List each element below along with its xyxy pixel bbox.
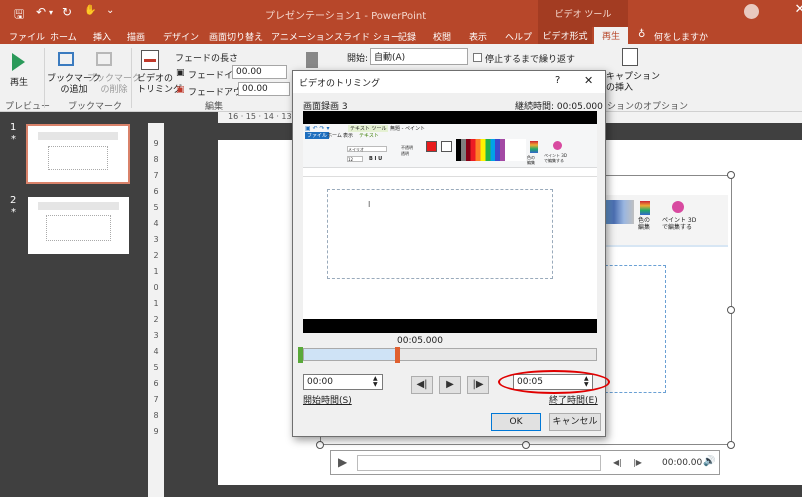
trim-video-dialog: ビデオのトリミング ? ✕ 画面録画 3 継続時間: 00:05.000 ▣ ↶… [292, 70, 610, 437]
player-forward-icon[interactable]: |▶ [633, 458, 642, 467]
tab-help[interactable]: ヘルプ [505, 30, 532, 43]
customize-qat-icon[interactable]: ⌄ [106, 5, 114, 16]
caption-icon [622, 48, 638, 66]
player-play-icon[interactable]: ▶ [338, 455, 347, 469]
play-preview-button[interactable]: ▶ [439, 376, 461, 394]
fade-in-icon: ▣ [176, 68, 185, 78]
ok-button[interactable]: OK [491, 413, 541, 431]
resize-handle[interactable] [522, 441, 530, 449]
tab-insert[interactable]: 挿入 [93, 30, 111, 43]
resize-handle[interactable] [727, 171, 735, 179]
tab-draw[interactable]: 描画 [127, 30, 145, 43]
group-separator [44, 48, 45, 108]
previous-frame-button[interactable]: ◀| [411, 376, 433, 394]
context-group-label: ビデオ ツール [538, 0, 628, 27]
edit-group-label: 編集 [205, 102, 224, 112]
tab-playback[interactable]: 再生 [594, 27, 628, 44]
bookmark-group-label: ブックマーク [68, 102, 123, 112]
player-progress-bar[interactable] [357, 455, 601, 471]
remove-bookmark-button[interactable]: ブックマーク の削除 [87, 74, 141, 96]
trim-selection [304, 349, 400, 360]
add-bookmark-icon [58, 52, 74, 66]
video-frame-selection [600, 265, 666, 393]
trim-video-icon [141, 50, 159, 70]
loop-label: 停止するまで繰り返す [485, 55, 576, 65]
volume-icon[interactable] [306, 52, 318, 68]
undo-icon[interactable]: ↶ [36, 5, 46, 19]
video-preview: ▣ ↶ ↷ ▾ テキスト ツール 無題 - ペイント ファイル ホーム 表示 テ… [303, 111, 597, 333]
options-group-label: ションのオプション [607, 102, 689, 112]
player-time: 00:00.00 [662, 458, 703, 468]
video-player-bar: ▶ ◀| |▶ 00:00.00 🔊 [330, 450, 720, 475]
end-time-label: 終了時間(E) [549, 396, 598, 406]
resize-handle[interactable] [727, 306, 735, 314]
color2-swatch [441, 141, 452, 152]
tab-record[interactable]: 記録 [398, 30, 416, 43]
start-select[interactable]: 自動(A) [370, 48, 468, 65]
paint-window-frame: ▣ ↶ ↷ ▾ テキスト ツール 無題 - ペイント ファイル ホーム 表示 テ… [303, 124, 597, 319]
insert-caption-button[interactable]: キャプション の挿入 [606, 72, 660, 94]
save-icon[interactable]: 🖫 [14, 5, 24, 26]
paint-ribbon: ▣ ↶ ↷ ▾ テキスト ツール 無題 - ペイント ファイル ホーム 表示 テ… [303, 124, 597, 168]
fade-out-input[interactable]: 00.00 [238, 82, 290, 96]
start-time-input[interactable]: 00:00 [303, 374, 383, 390]
tab-review[interactable]: 校閲 [433, 30, 451, 43]
dialog-title: ビデオのトリミング [299, 79, 381, 89]
slide-number: 2 [10, 195, 17, 206]
title-bar: 🖫 ↶ ▾ ↻ ✋ ⌄ プレゼンテーション1 - PowerPoint ビデオ … [0, 0, 802, 27]
remove-bookmark-icon [96, 52, 112, 66]
lightbulb-icon: ♁ [638, 29, 646, 40]
fade-length-label: フェードの長さ [175, 54, 239, 64]
slide-thumbnail-2[interactable] [28, 197, 129, 254]
tab-view[interactable]: 表示 [469, 30, 487, 43]
paint-text-box: I [327, 189, 553, 279]
play-icon[interactable] [12, 53, 25, 71]
start-time-label: 開始時間(S) [303, 396, 352, 406]
slide-star: * [11, 134, 16, 145]
fade-in-input[interactable]: 00.00 [232, 65, 287, 79]
tab-home[interactable]: ホーム [50, 30, 77, 43]
paint-qat: ▣ ↶ ↷ ▾ [305, 125, 330, 132]
window-title: プレゼンテーション1 - PowerPoint [265, 11, 427, 22]
tab-animations[interactable]: アニメーション [271, 30, 334, 43]
resize-handle[interactable] [316, 441, 324, 449]
fade-out-icon: ▣ [176, 85, 185, 95]
color1-swatch [426, 141, 437, 152]
player-volume-icon[interactable]: 🔊 [703, 456, 715, 467]
help-icon[interactable]: ? [555, 75, 560, 86]
start-label: 開始: [347, 54, 369, 64]
next-frame-button[interactable]: |▶ [467, 376, 489, 394]
redo-icon[interactable]: ↻ [62, 5, 72, 19]
undo-dropdown-icon[interactable]: ▾ [49, 8, 53, 17]
highlight-ellipse [498, 370, 610, 394]
tab-transitions[interactable]: 画面切り替え [209, 30, 263, 43]
trim-marker-time: 00:05.000 [397, 336, 443, 346]
trim-timeline[interactable] [303, 348, 597, 361]
tab-video-format[interactable]: ビデオ形式 [538, 27, 592, 44]
tell-me-box[interactable]: 何をしますか [654, 30, 708, 43]
loop-checkbox[interactable] [473, 53, 482, 62]
vertical-ruler: 9876543210123456789 [148, 123, 164, 497]
group-separator [131, 48, 132, 108]
palette [456, 139, 526, 161]
play-button[interactable]: 再生 [10, 75, 28, 88]
start-time-spinner[interactable]: ▲ ▼ [373, 376, 378, 388]
end-trim-handle[interactable] [395, 347, 400, 363]
cancel-button[interactable]: キャンセル [549, 413, 601, 431]
player-back-icon[interactable]: ◀| [613, 458, 622, 467]
user-avatar[interactable] [744, 4, 759, 19]
tab-file[interactable]: ファイル [9, 30, 45, 43]
slide-thumbnail-1[interactable] [26, 124, 130, 184]
dialog-close-icon[interactable]: ✕ [584, 74, 593, 87]
dialog-titlebar: ビデオのトリミング ? ✕ [293, 71, 605, 93]
tab-design[interactable]: デザイン [163, 30, 199, 43]
slide-number: 1 [10, 122, 17, 133]
resize-handle[interactable] [727, 441, 735, 449]
slide-star: * [11, 207, 16, 218]
tab-slideshow[interactable]: スライド ショー [334, 30, 400, 43]
start-trim-handle[interactable] [298, 347, 303, 363]
window-close-icon[interactable]: ✕ [785, 2, 802, 17]
touch-mode-icon[interactable]: ✋ [84, 5, 96, 16]
video-frame-ribbon: 色の 編集 ペイント 3D で編集する [600, 195, 728, 247]
